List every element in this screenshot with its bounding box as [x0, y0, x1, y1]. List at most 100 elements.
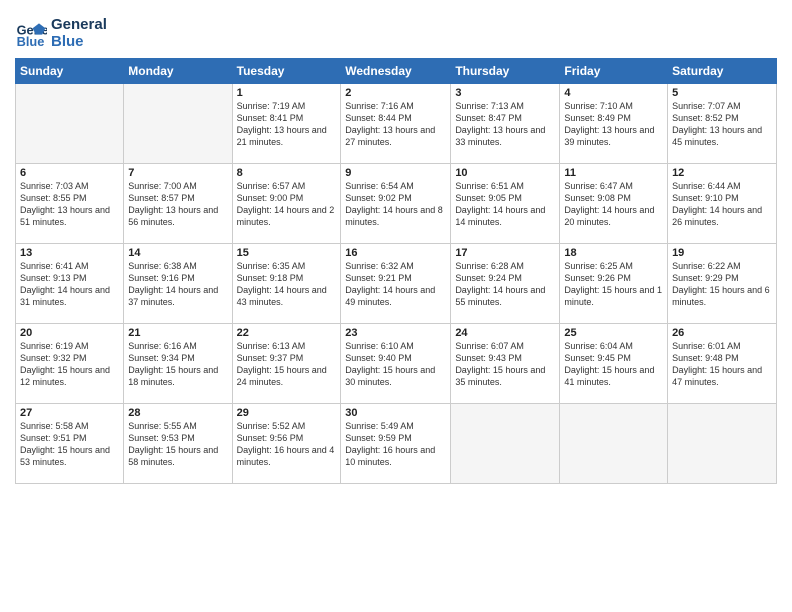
calendar-cell: 26Sunrise: 6:01 AMSunset: 9:48 PMDayligh…: [668, 324, 777, 404]
logo-icon: General Blue: [15, 17, 47, 49]
day-info: Sunrise: 6:04 AMSunset: 9:45 PMDaylight:…: [564, 340, 663, 389]
day-info: Sunrise: 6:07 AMSunset: 9:43 PMDaylight:…: [455, 340, 555, 389]
day-info: Sunrise: 6:35 AMSunset: 9:18 PMDaylight:…: [237, 260, 337, 309]
day-number: 3: [455, 87, 555, 99]
calendar-cell: 3Sunrise: 7:13 AMSunset: 8:47 PMDaylight…: [451, 84, 560, 164]
day-info: Sunrise: 6:41 AMSunset: 9:13 PMDaylight:…: [20, 260, 119, 309]
calendar-cell: 6Sunrise: 7:03 AMSunset: 8:55 PMDaylight…: [16, 164, 124, 244]
logo-blue: Blue: [51, 34, 107, 51]
calendar-cell: 21Sunrise: 6:16 AMSunset: 9:34 PMDayligh…: [124, 324, 232, 404]
logo: General Blue General Blue: [15, 15, 107, 50]
day-number: 16: [345, 247, 446, 259]
svg-text:Blue: Blue: [17, 33, 45, 48]
weekday-header: Saturday: [668, 59, 777, 84]
day-number: 9: [345, 167, 446, 179]
day-info: Sunrise: 6:44 AMSunset: 9:10 PMDaylight:…: [672, 180, 772, 229]
calendar-cell: [16, 84, 124, 164]
day-info: Sunrise: 6:25 AMSunset: 9:26 PMDaylight:…: [564, 260, 663, 309]
day-info: Sunrise: 6:01 AMSunset: 9:48 PMDaylight:…: [672, 340, 772, 389]
day-info: Sunrise: 6:32 AMSunset: 9:21 PMDaylight:…: [345, 260, 446, 309]
day-number: 24: [455, 327, 555, 339]
calendar-cell: 10Sunrise: 6:51 AMSunset: 9:05 PMDayligh…: [451, 164, 560, 244]
day-info: Sunrise: 7:00 AMSunset: 8:57 PMDaylight:…: [128, 180, 227, 229]
day-number: 2: [345, 87, 446, 99]
weekday-header: Wednesday: [341, 59, 451, 84]
calendar-cell: 30Sunrise: 5:49 AMSunset: 9:59 PMDayligh…: [341, 404, 451, 484]
day-number: 22: [237, 327, 337, 339]
day-number: 8: [237, 167, 337, 179]
day-number: 15: [237, 247, 337, 259]
day-info: Sunrise: 5:49 AMSunset: 9:59 PMDaylight:…: [345, 420, 446, 469]
day-info: Sunrise: 7:10 AMSunset: 8:49 PMDaylight:…: [564, 100, 663, 149]
calendar-cell: 17Sunrise: 6:28 AMSunset: 9:24 PMDayligh…: [451, 244, 560, 324]
day-info: Sunrise: 7:13 AMSunset: 8:47 PMDaylight:…: [455, 100, 555, 149]
day-info: Sunrise: 7:19 AMSunset: 8:41 PMDaylight:…: [237, 100, 337, 149]
day-info: Sunrise: 6:28 AMSunset: 9:24 PMDaylight:…: [455, 260, 555, 309]
day-number: 14: [128, 247, 227, 259]
calendar-cell: 28Sunrise: 5:55 AMSunset: 9:53 PMDayligh…: [124, 404, 232, 484]
calendar-cell: 19Sunrise: 6:22 AMSunset: 9:29 PMDayligh…: [668, 244, 777, 324]
calendar-week-row: 6Sunrise: 7:03 AMSunset: 8:55 PMDaylight…: [16, 164, 777, 244]
calendar-cell: 7Sunrise: 7:00 AMSunset: 8:57 PMDaylight…: [124, 164, 232, 244]
day-info: Sunrise: 6:22 AMSunset: 9:29 PMDaylight:…: [672, 260, 772, 309]
calendar-cell: [124, 84, 232, 164]
calendar-cell: 12Sunrise: 6:44 AMSunset: 9:10 PMDayligh…: [668, 164, 777, 244]
calendar-cell: 8Sunrise: 6:57 AMSunset: 9:00 PMDaylight…: [232, 164, 341, 244]
calendar-cell: 27Sunrise: 5:58 AMSunset: 9:51 PMDayligh…: [16, 404, 124, 484]
calendar-cell: [451, 404, 560, 484]
day-info: Sunrise: 6:19 AMSunset: 9:32 PMDaylight:…: [20, 340, 119, 389]
calendar-cell: 2Sunrise: 7:16 AMSunset: 8:44 PMDaylight…: [341, 84, 451, 164]
day-number: 29: [237, 407, 337, 419]
day-info: Sunrise: 6:47 AMSunset: 9:08 PMDaylight:…: [564, 180, 663, 229]
calendar-cell: 13Sunrise: 6:41 AMSunset: 9:13 PMDayligh…: [16, 244, 124, 324]
calendar-cell: 20Sunrise: 6:19 AMSunset: 9:32 PMDayligh…: [16, 324, 124, 404]
calendar-header-row: SundayMondayTuesdayWednesdayThursdayFrid…: [16, 59, 777, 84]
day-number: 19: [672, 247, 772, 259]
day-info: Sunrise: 7:07 AMSunset: 8:52 PMDaylight:…: [672, 100, 772, 149]
day-info: Sunrise: 6:38 AMSunset: 9:16 PMDaylight:…: [128, 260, 227, 309]
day-number: 27: [20, 407, 119, 419]
day-info: Sunrise: 6:13 AMSunset: 9:37 PMDaylight:…: [237, 340, 337, 389]
day-info: Sunrise: 6:16 AMSunset: 9:34 PMDaylight:…: [128, 340, 227, 389]
day-number: 7: [128, 167, 227, 179]
day-number: 6: [20, 167, 119, 179]
calendar-cell: 5Sunrise: 7:07 AMSunset: 8:52 PMDaylight…: [668, 84, 777, 164]
day-info: Sunrise: 5:58 AMSunset: 9:51 PMDaylight:…: [20, 420, 119, 469]
day-number: 10: [455, 167, 555, 179]
calendar-cell: 11Sunrise: 6:47 AMSunset: 9:08 PMDayligh…: [560, 164, 668, 244]
calendar-week-row: 27Sunrise: 5:58 AMSunset: 9:51 PMDayligh…: [16, 404, 777, 484]
calendar-cell: 22Sunrise: 6:13 AMSunset: 9:37 PMDayligh…: [232, 324, 341, 404]
day-info: Sunrise: 5:52 AMSunset: 9:56 PMDaylight:…: [237, 420, 337, 469]
weekday-header: Monday: [124, 59, 232, 84]
calendar-cell: 9Sunrise: 6:54 AMSunset: 9:02 PMDaylight…: [341, 164, 451, 244]
day-info: Sunrise: 6:51 AMSunset: 9:05 PMDaylight:…: [455, 180, 555, 229]
day-number: 5: [672, 87, 772, 99]
day-number: 18: [564, 247, 663, 259]
day-number: 23: [345, 327, 446, 339]
calendar-week-row: 13Sunrise: 6:41 AMSunset: 9:13 PMDayligh…: [16, 244, 777, 324]
day-number: 11: [564, 167, 663, 179]
page-header: General Blue General Blue: [15, 15, 777, 50]
day-info: Sunrise: 6:10 AMSunset: 9:40 PMDaylight:…: [345, 340, 446, 389]
calendar-cell: 25Sunrise: 6:04 AMSunset: 9:45 PMDayligh…: [560, 324, 668, 404]
day-number: 13: [20, 247, 119, 259]
calendar-week-row: 1Sunrise: 7:19 AMSunset: 8:41 PMDaylight…: [16, 84, 777, 164]
calendar-cell: 16Sunrise: 6:32 AMSunset: 9:21 PMDayligh…: [341, 244, 451, 324]
weekday-header: Thursday: [451, 59, 560, 84]
day-number: 12: [672, 167, 772, 179]
day-info: Sunrise: 6:54 AMSunset: 9:02 PMDaylight:…: [345, 180, 446, 229]
day-info: Sunrise: 6:57 AMSunset: 9:00 PMDaylight:…: [237, 180, 337, 229]
day-number: 1: [237, 87, 337, 99]
calendar-cell: 24Sunrise: 6:07 AMSunset: 9:43 PMDayligh…: [451, 324, 560, 404]
day-info: Sunrise: 7:16 AMSunset: 8:44 PMDaylight:…: [345, 100, 446, 149]
day-number: 17: [455, 247, 555, 259]
day-number: 21: [128, 327, 227, 339]
calendar-week-row: 20Sunrise: 6:19 AMSunset: 9:32 PMDayligh…: [16, 324, 777, 404]
calendar-cell: 29Sunrise: 5:52 AMSunset: 9:56 PMDayligh…: [232, 404, 341, 484]
day-number: 25: [564, 327, 663, 339]
calendar-cell: 23Sunrise: 6:10 AMSunset: 9:40 PMDayligh…: [341, 324, 451, 404]
day-info: Sunrise: 5:55 AMSunset: 9:53 PMDaylight:…: [128, 420, 227, 469]
calendar-cell: [560, 404, 668, 484]
calendar-cell: 15Sunrise: 6:35 AMSunset: 9:18 PMDayligh…: [232, 244, 341, 324]
day-number: 20: [20, 327, 119, 339]
